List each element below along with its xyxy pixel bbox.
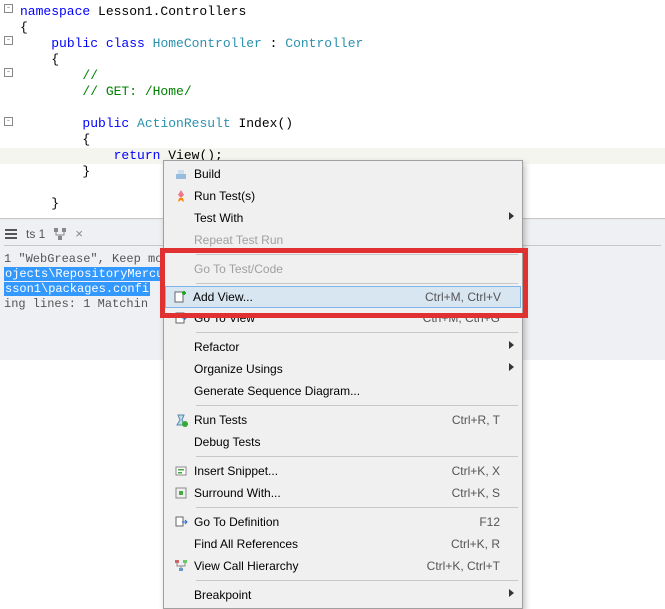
submenu-arrow-icon: [509, 341, 514, 349]
menu-label: Add View...: [193, 290, 425, 304]
output-line: ing lines: 1 Matchin: [4, 297, 148, 311]
close-icon[interactable]: ×: [75, 226, 83, 241]
snippet-icon: [168, 464, 194, 478]
menu-label: Build: [194, 167, 500, 181]
code-brace: {: [0, 20, 665, 36]
menu-run-tests-item[interactable]: Run Tests Ctrl+R, T: [166, 409, 520, 431]
menu-organize-usings[interactable]: Organize Usings: [166, 358, 520, 380]
menu-label: Insert Snippet...: [194, 464, 452, 478]
goto-def-icon: [168, 515, 194, 529]
fold-icon[interactable]: -: [4, 4, 13, 13]
menu-label: Generate Sequence Diagram...: [194, 384, 500, 398]
code-brace: {: [0, 52, 665, 68]
menu-separator: [196, 507, 518, 508]
code-comment: //: [0, 68, 665, 84]
goto-view-icon: [168, 311, 194, 325]
fold-icon[interactable]: -: [4, 117, 13, 126]
code-brace: {: [0, 132, 665, 148]
fold-icon[interactable]: -: [4, 36, 13, 45]
menu-breakpoint[interactable]: Breakpoint: [166, 584, 520, 606]
code-type: ActionResult: [129, 116, 230, 131]
menu-debug-tests[interactable]: Debug Tests: [166, 431, 520, 453]
menu-shortcut: F12: [479, 515, 500, 529]
menu-surround-with[interactable]: Surround With... Ctrl+K, S: [166, 482, 520, 504]
menu-label: Go To View: [194, 311, 423, 325]
menu-separator: [196, 283, 518, 284]
menu-repeat-test: Repeat Test Run: [166, 229, 520, 251]
list-icon[interactable]: [4, 227, 18, 241]
build-icon: [168, 167, 194, 181]
code-type: HomeController: [145, 36, 262, 51]
submenu-arrow-icon: [509, 363, 514, 371]
menu-find-all-references[interactable]: Find All References Ctrl+K, R: [166, 533, 520, 555]
menu-test-with[interactable]: Test With: [166, 207, 520, 229]
add-view-icon: [167, 290, 193, 304]
tree-icon[interactable]: [53, 227, 67, 241]
menu-generate-seq-diagram[interactable]: Generate Sequence Diagram...: [166, 380, 520, 402]
rocket-icon: [168, 189, 194, 203]
menu-shortcut: Ctrl+M, Ctrl+V: [425, 290, 501, 304]
code-comment: // GET: /Home/: [0, 84, 665, 100]
menu-separator: [196, 456, 518, 457]
menu-label: View Call Hierarchy: [194, 559, 427, 573]
menu-separator: [196, 580, 518, 581]
menu-separator: [196, 254, 518, 255]
code-ns: Lesson1.Controllers: [90, 4, 246, 19]
menu-label: Find All References: [194, 537, 451, 551]
code-keyword: public class: [51, 36, 145, 51]
output-path: ojects\RepositoryMercu: [4, 267, 164, 281]
output-path-end: sson1\packages.confi: [4, 282, 150, 296]
menu-shortcut: Ctrl+K, R: [451, 537, 500, 551]
menu-refactor[interactable]: Refactor: [166, 336, 520, 358]
menu-build[interactable]: Build: [166, 163, 520, 185]
menu-add-view[interactable]: Add View... Ctrl+M, Ctrl+V: [165, 286, 521, 308]
menu-shortcut: Ctrl+K, Ctrl+T: [427, 559, 500, 573]
menu-view-call-hierarchy[interactable]: View Call Hierarchy Ctrl+K, Ctrl+T: [166, 555, 520, 577]
menu-separator: [196, 332, 518, 333]
menu-label: Go To Test/Code: [194, 262, 500, 276]
menu-label: Run Tests: [194, 413, 452, 427]
menu-label: Organize Usings: [194, 362, 500, 376]
context-menu: Build Run Test(s) Test With Repeat Test …: [163, 160, 523, 609]
code-keyword: public: [82, 116, 129, 131]
menu-shortcut: Ctrl+K, X: [452, 464, 500, 478]
menu-label: Refactor: [194, 340, 500, 354]
menu-label: Repeat Test Run: [194, 233, 500, 247]
menu-separator: [196, 405, 518, 406]
menu-goto-test-code: Go To Test/Code: [166, 258, 520, 280]
code-keyword: namespace: [20, 4, 90, 19]
code-keyword: return: [114, 148, 161, 163]
menu-label: Breakpoint: [194, 588, 500, 602]
pane-tab[interactable]: ts 1: [26, 227, 45, 241]
menu-run-tests[interactable]: Run Test(s): [166, 185, 520, 207]
menu-goto-view[interactable]: Go To View Ctrl+M, Ctrl+G: [166, 307, 520, 329]
submenu-arrow-icon: [509, 212, 514, 220]
code-method: Index(): [231, 116, 293, 131]
output-line: 1 "WebGrease", Keep mo: [4, 252, 162, 266]
code-sep: :: [262, 36, 285, 51]
code-type: Controller: [285, 36, 363, 51]
code-blank: [0, 100, 665, 116]
fold-icon[interactable]: -: [4, 68, 13, 77]
submenu-arrow-icon: [509, 589, 514, 597]
menu-label: Run Test(s): [194, 189, 500, 203]
test-pass-icon: [168, 413, 194, 427]
menu-go-to-definition[interactable]: Go To Definition F12: [166, 511, 520, 533]
call-hierarchy-icon: [168, 559, 194, 573]
surround-icon: [168, 486, 194, 500]
menu-shortcut: Ctrl+M, Ctrl+G: [423, 311, 500, 325]
menu-label: Surround With...: [194, 486, 452, 500]
menu-label: Debug Tests: [194, 435, 500, 449]
menu-label: Go To Definition: [194, 515, 479, 529]
menu-label: Test With: [194, 211, 500, 225]
menu-shortcut: Ctrl+R, T: [452, 413, 500, 427]
menu-insert-snippet[interactable]: Insert Snippet... Ctrl+K, X: [166, 460, 520, 482]
menu-shortcut: Ctrl+K, S: [452, 486, 500, 500]
